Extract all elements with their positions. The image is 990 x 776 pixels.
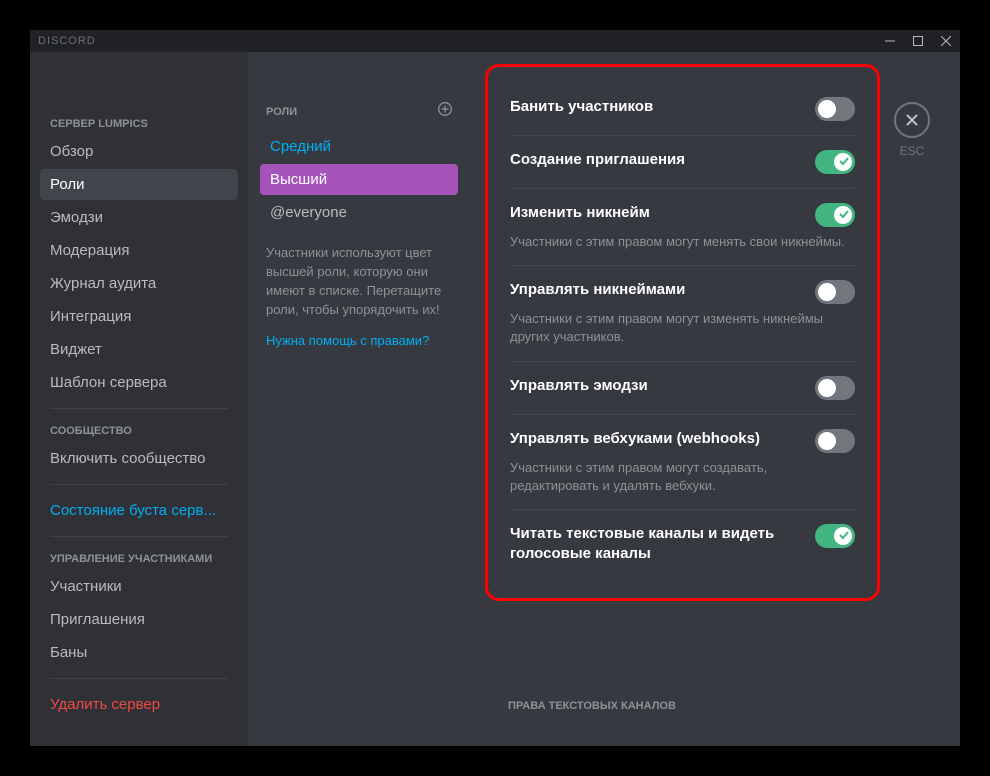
sidebar-divider: [50, 678, 228, 679]
minimize-icon[interactable]: [882, 33, 898, 49]
add-role-icon[interactable]: [438, 102, 452, 121]
sidebar-divider: [50, 484, 228, 485]
sidebar-item-bans[interactable]: Баны: [40, 637, 238, 668]
sidebar-item-widget[interactable]: Виджет: [40, 334, 238, 365]
content-column: ESC Банить участников Создание пригл: [470, 52, 960, 746]
permission-change-nickname: Изменить никнейм Участники с этим правом…: [510, 189, 855, 266]
sidebar-divider: [50, 408, 228, 409]
permission-description: Участники с этим правом могут менять сво…: [510, 233, 855, 251]
permission-toggle[interactable]: [815, 150, 855, 174]
permission-manage-emoji: Управлять эмодзи: [510, 362, 855, 415]
server-header: СЕРВЕР LUMPICS: [40, 112, 238, 136]
sidebar-item-audit-log[interactable]: Журнал аудита: [40, 268, 238, 299]
member-management-header: УПРАВЛЕНИЕ УЧАСТНИКАМИ: [40, 547, 238, 571]
roles-header-title: РОЛИ: [266, 106, 297, 118]
sidebar-item-roles[interactable]: Роли: [40, 169, 238, 200]
permission-toggle[interactable]: [815, 97, 855, 121]
roles-column: РОЛИ Средний Высший @everyone Участники …: [248, 52, 470, 746]
permission-manage-webhooks: Управлять вебхуками (webhooks) Участники…: [510, 415, 855, 510]
sidebar-item-members[interactable]: Участники: [40, 571, 238, 602]
close-settings-button[interactable]: [894, 102, 930, 138]
sidebar-boost-status-link[interactable]: Состояние буста серв...: [40, 495, 238, 526]
permission-title: Изменить никнейм: [510, 203, 650, 223]
sidebar-item-enable-community[interactable]: Включить сообщество: [40, 443, 238, 474]
role-item-high[interactable]: Высший: [260, 164, 458, 195]
permission-title: Создание приглашения: [510, 150, 685, 170]
permission-read-channels: Читать текстовые каналы и видеть голосов…: [510, 510, 855, 579]
permission-ban-members: Банить участников: [510, 83, 855, 136]
permission-create-invite: Создание приглашения: [510, 136, 855, 189]
text-channels-rights-header: ПРАВА ТЕКСТОВЫХ КАНАЛОВ: [508, 700, 676, 712]
roles-help-link[interactable]: Нужна помощь с правами?: [260, 319, 458, 362]
esc-label: ESC: [900, 144, 925, 158]
sidebar-item-overview[interactable]: Обзор: [40, 136, 238, 167]
role-item-everyone[interactable]: @everyone: [260, 197, 458, 228]
sidebar-delete-server[interactable]: Удалить сервер: [40, 689, 238, 720]
roles-header: РОЛИ: [260, 102, 458, 131]
community-header: СООБЩЕСТВО: [40, 419, 238, 443]
permission-title: Банить участников: [510, 97, 653, 117]
sidebar-item-emoji[interactable]: Эмодзи: [40, 202, 238, 233]
close-settings: ESC: [894, 102, 930, 158]
permission-manage-nicknames: Управлять никнеймами Участники с этим пр…: [510, 266, 855, 361]
toggle-check-icon: [839, 153, 849, 171]
close-window-icon[interactable]: [938, 33, 954, 49]
discord-window: DISCORD СЕРВЕР LUMPICS Обзор Роли Эмодзи…: [30, 30, 960, 746]
window-controls: [882, 33, 954, 49]
sidebar-item-invites[interactable]: Приглашения: [40, 604, 238, 635]
role-item-medium[interactable]: Средний: [260, 131, 458, 162]
roles-help-text: Участники используют цвет высшей роли, к…: [260, 230, 458, 319]
permission-title: Управлять вебхуками (webhooks): [510, 429, 760, 449]
permission-toggle[interactable]: [815, 376, 855, 400]
permissions-panel: Банить участников Создание приглашения: [485, 64, 880, 601]
permission-toggle[interactable]: [815, 524, 855, 548]
sidebar-divider: [50, 536, 228, 537]
toggle-check-icon: [839, 527, 849, 545]
permission-title: Управлять эмодзи: [510, 376, 648, 396]
app-body: СЕРВЕР LUMPICS Обзор Роли Эмодзи Модерац…: [30, 52, 960, 746]
permission-title: Читать текстовые каналы и видеть голосов…: [510, 524, 805, 565]
app-title: DISCORD: [38, 35, 96, 47]
permission-toggle[interactable]: [815, 280, 855, 304]
titlebar: DISCORD: [30, 30, 960, 52]
permission-toggle[interactable]: [815, 429, 855, 453]
permission-title: Управлять никнеймами: [510, 280, 685, 300]
permission-description: Участники с этим правом могут создавать,…: [510, 459, 855, 495]
sidebar-item-server-template[interactable]: Шаблон сервера: [40, 367, 238, 398]
permission-description: Участники с этим правом могут изменять н…: [510, 310, 855, 346]
sidebar-item-integrations[interactable]: Интеграция: [40, 301, 238, 332]
toggle-check-icon: [839, 206, 849, 224]
sidebar-item-moderation[interactable]: Модерация: [40, 235, 238, 266]
permission-toggle[interactable]: [815, 203, 855, 227]
maximize-icon[interactable]: [910, 33, 926, 49]
settings-sidebar: СЕРВЕР LUMPICS Обзор Роли Эмодзи Модерац…: [30, 52, 248, 746]
